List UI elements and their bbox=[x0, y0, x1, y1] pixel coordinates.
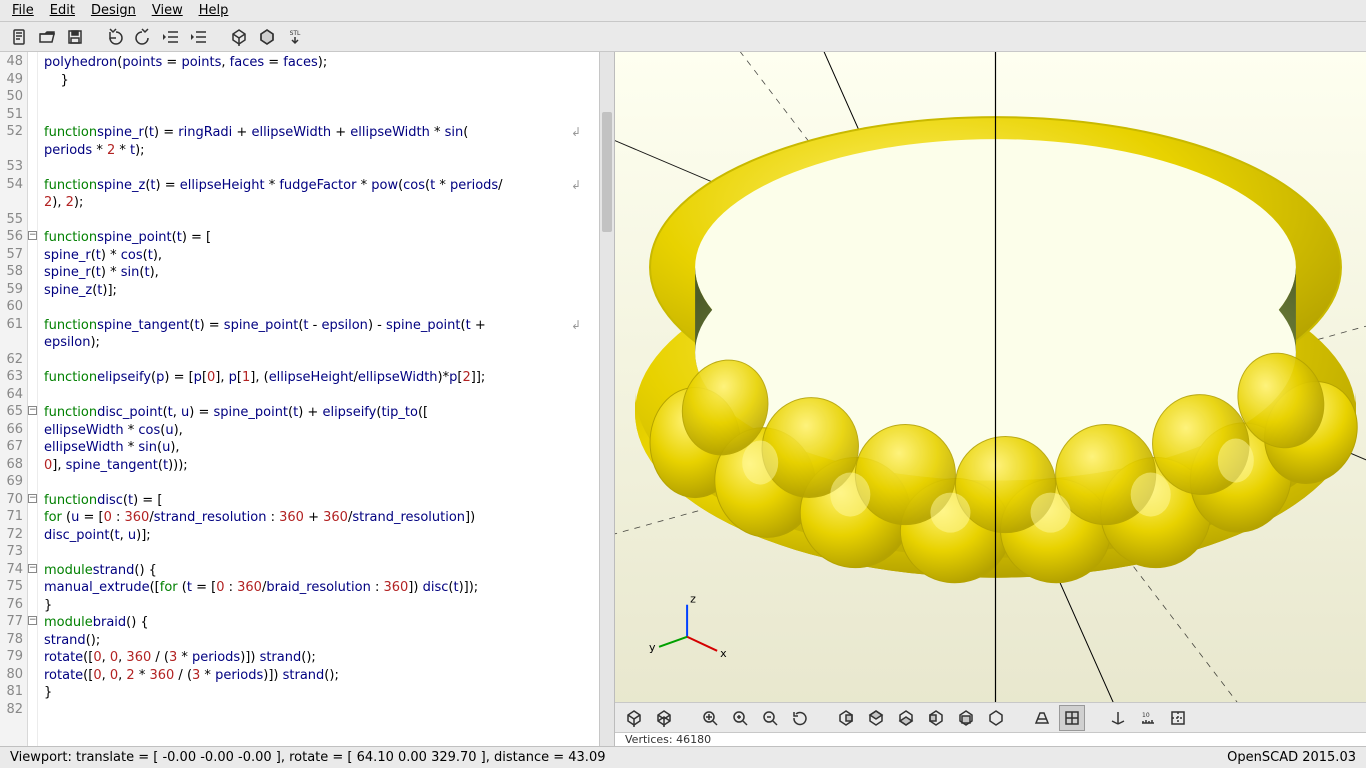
status-left: Viewport: translate = [ -0.00 -0.00 -0.0… bbox=[10, 750, 605, 765]
viewport-pane: z x y 10 Vertices: 46180 bbox=[615, 52, 1366, 746]
editor-pane: 4849505152535455565758596061626364656667… bbox=[0, 52, 615, 746]
show-scale-icon[interactable]: 10 bbox=[1135, 705, 1161, 731]
preview-icon[interactable] bbox=[226, 24, 252, 50]
view-front-icon[interactable] bbox=[953, 705, 979, 731]
view-back-icon[interactable] bbox=[983, 705, 1009, 731]
scrollbar-thumb[interactable] bbox=[602, 112, 612, 232]
menu-edit[interactable]: Edit bbox=[42, 3, 83, 18]
statusbar: Viewport: translate = [ -0.00 -0.00 -0.0… bbox=[0, 746, 1366, 768]
view-bottom-icon[interactable] bbox=[893, 705, 919, 731]
zoom-in-icon[interactable] bbox=[727, 705, 753, 731]
main-toolbar: STL bbox=[0, 22, 1366, 52]
app-window: FileEditDesignViewHelp STL 4849505152535… bbox=[0, 0, 1366, 768]
3d-viewport[interactable]: z x y bbox=[615, 52, 1366, 702]
zoom-fit-icon[interactable] bbox=[697, 705, 723, 731]
axis-y-label: y bbox=[649, 641, 656, 654]
editor-scrollbar[interactable] bbox=[599, 52, 614, 746]
redo-icon[interactable] bbox=[130, 24, 156, 50]
view-right-icon[interactable] bbox=[833, 705, 859, 731]
render-icon[interactable] bbox=[254, 24, 280, 50]
wireframe-icon[interactable] bbox=[651, 705, 677, 731]
save-icon[interactable] bbox=[62, 24, 88, 50]
main-split: 4849505152535455565758596061626364656667… bbox=[0, 52, 1366, 746]
preview-icon[interactable] bbox=[621, 705, 647, 731]
ortho-icon[interactable] bbox=[1059, 705, 1085, 731]
open-icon[interactable] bbox=[34, 24, 60, 50]
menu-view[interactable]: View bbox=[144, 3, 191, 18]
show-crosshairs-icon[interactable] bbox=[1165, 705, 1191, 731]
menu-file[interactable]: File bbox=[4, 3, 42, 18]
unindent-icon[interactable] bbox=[158, 24, 184, 50]
svg-text:STL: STL bbox=[290, 30, 301, 37]
new-icon[interactable] bbox=[6, 24, 32, 50]
code-editor[interactable]: polyhedron(points = points, faces = face… bbox=[38, 52, 599, 746]
axis-z-label: z bbox=[690, 593, 696, 606]
undo-icon[interactable] bbox=[102, 24, 128, 50]
svg-text:10: 10 bbox=[1142, 712, 1150, 719]
export-stl-icon[interactable]: STL bbox=[282, 24, 308, 50]
viewport-toolbar: 10 bbox=[615, 702, 1366, 732]
line-gutter: 4849505152535455565758596061626364656667… bbox=[0, 52, 28, 746]
zoom-out-icon[interactable] bbox=[757, 705, 783, 731]
view-top-icon[interactable] bbox=[863, 705, 889, 731]
menu-help[interactable]: Help bbox=[191, 3, 237, 18]
menubar: FileEditDesignViewHelp bbox=[0, 0, 1366, 22]
indent-icon[interactable] bbox=[186, 24, 212, 50]
fold-column[interactable]: −−−−− bbox=[28, 52, 38, 746]
axis-x-label: x bbox=[720, 647, 727, 660]
show-axes-icon[interactable] bbox=[1105, 705, 1131, 731]
console-peek: Vertices: 46180 bbox=[615, 732, 1366, 746]
status-right: OpenSCAD 2015.03 bbox=[1227, 750, 1356, 765]
perspective-icon[interactable] bbox=[1029, 705, 1055, 731]
view-left-icon[interactable] bbox=[923, 705, 949, 731]
reset-view-icon[interactable] bbox=[787, 705, 813, 731]
menu-design[interactable]: Design bbox=[83, 3, 144, 18]
